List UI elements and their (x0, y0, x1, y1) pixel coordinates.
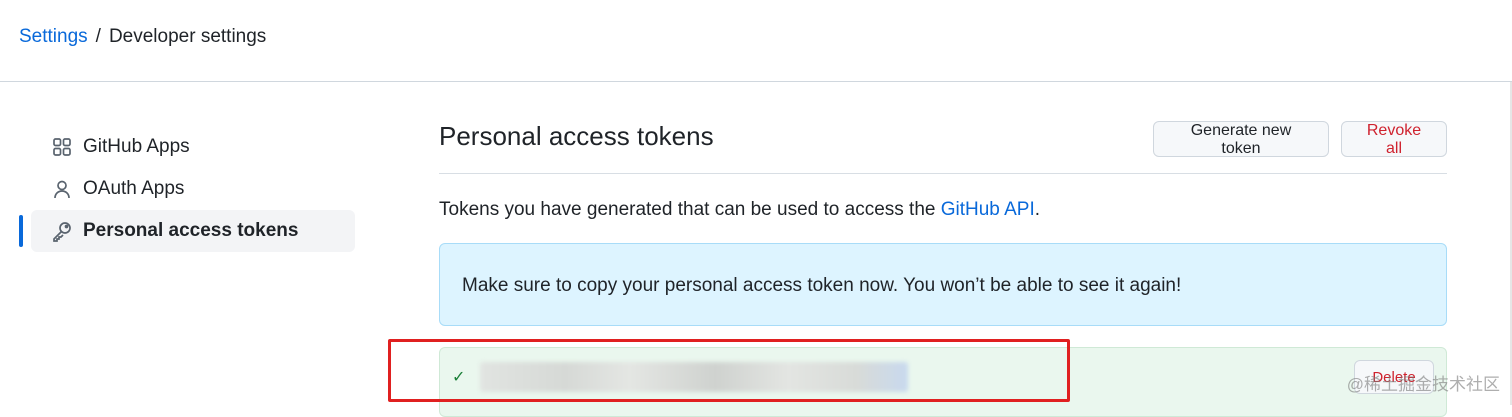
sidebar-item-personal-access-tokens[interactable]: Personal access tokens (19, 210, 355, 252)
breadcrumb: Settings / Developer settings (19, 26, 266, 48)
sidebar-item-label: OAuth Apps (83, 178, 185, 199)
person-icon (51, 178, 73, 200)
revoke-all-button[interactable]: Revoke all (1341, 121, 1447, 157)
title-row: Personal access tokens Generate new toke… (439, 115, 1447, 174)
generate-new-token-button[interactable]: Generate new token (1153, 121, 1329, 157)
apps-grid-icon (51, 136, 73, 158)
flash-message: Make sure to copy your personal access t… (462, 275, 1182, 296)
breadcrumb-separator: / (95, 26, 101, 47)
breadcrumb-settings-link[interactable]: Settings (19, 26, 88, 47)
sidebar-nav: GitHub Apps OAuth Apps Personal access t… (19, 126, 367, 252)
annotation-highlight-box (388, 339, 1070, 402)
description-text: Tokens you have generated that can be us… (439, 199, 1040, 221)
flash-notice: Make sure to copy your personal access t… (439, 243, 1447, 326)
key-icon (51, 220, 73, 242)
breadcrumb-current: Developer settings (108, 26, 267, 47)
watermark: @稀土掘金技术社区 (1346, 375, 1500, 394)
main-content: Personal access tokens Generate new toke… (439, 115, 1447, 417)
sidebar-item-label: GitHub Apps (83, 136, 190, 157)
sidebar-item-github-apps[interactable]: GitHub Apps (31, 126, 355, 168)
active-indicator (19, 215, 23, 247)
sidebar-item-oauth-apps[interactable]: OAuth Apps (31, 168, 355, 210)
description-suffix: . (1034, 199, 1041, 220)
sidebar-item-label: Personal access tokens (83, 220, 299, 241)
description-prefix: Tokens you have generated that can be us… (439, 199, 941, 220)
header-bar: Settings / Developer settings (0, 0, 1512, 82)
page-title: Personal access tokens (439, 121, 714, 151)
github-api-link[interactable]: GitHub API (941, 199, 1035, 220)
